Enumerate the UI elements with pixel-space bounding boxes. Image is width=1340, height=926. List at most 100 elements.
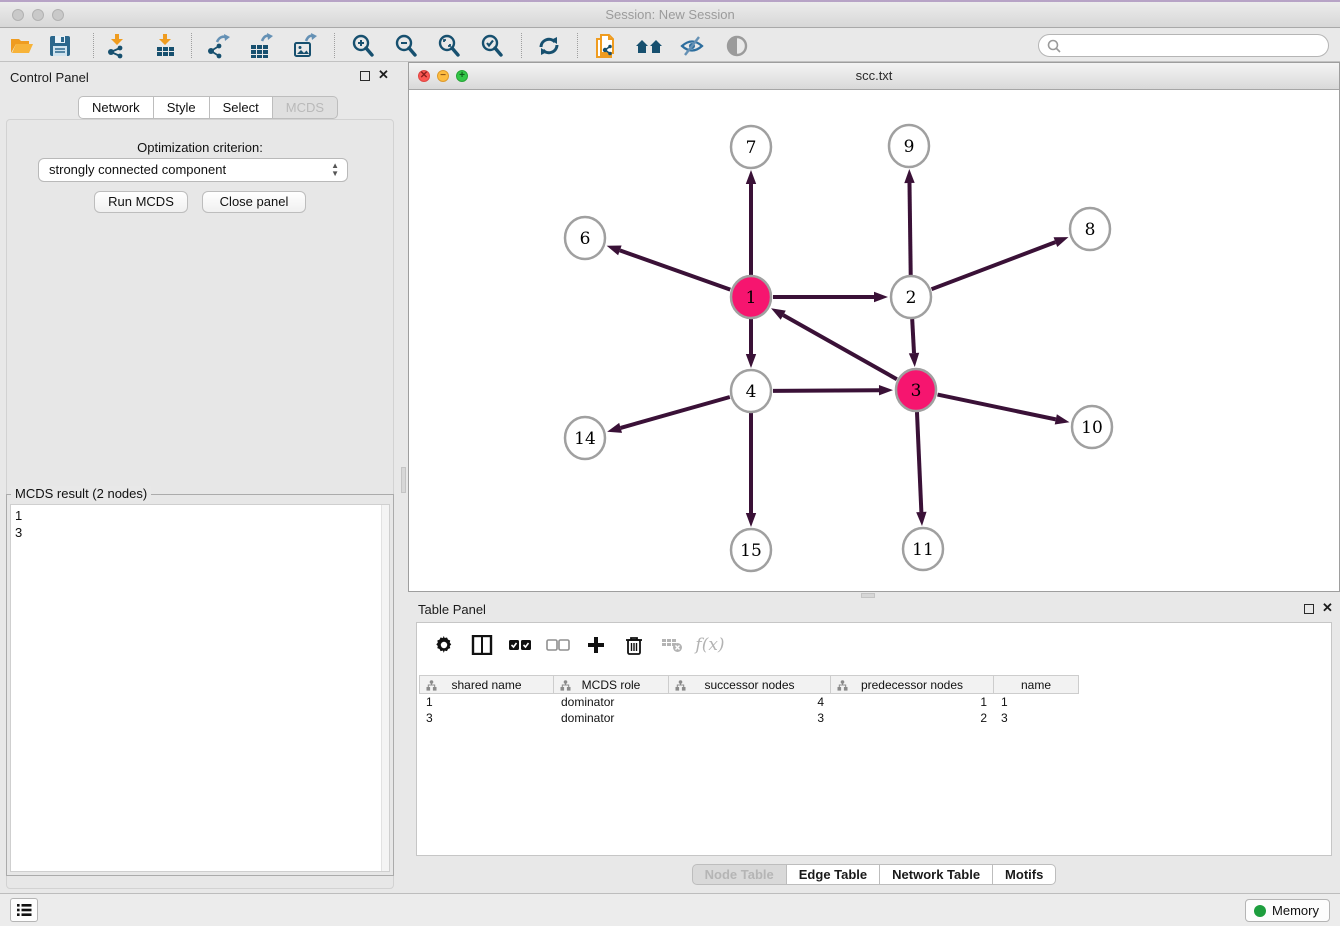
network-window-titlebar[interactable]: ✕ − + scc.txt [409, 63, 1339, 90]
save-session-icon[interactable] [42, 31, 78, 60]
clone-network-icon[interactable] [587, 31, 623, 60]
cell-predecessor-nodes[interactable]: 2 [831, 710, 994, 726]
refresh-network-icon[interactable] [531, 31, 567, 60]
cell-mcds-role[interactable]: dominator [554, 710, 669, 726]
cell-predecessor-nodes[interactable]: 1 [831, 694, 994, 710]
column-header-predecessor-nodes[interactable]: predecessor nodes [831, 675, 994, 694]
result-scrollbar[interactable] [381, 505, 389, 871]
cell-successor-nodes[interactable]: 4 [669, 694, 831, 710]
splitter-grip[interactable] [401, 467, 406, 493]
column-header-name[interactable]: name [994, 675, 1079, 694]
show-columns-icon[interactable] [467, 631, 497, 659]
graph-edge-arrow-1-7[interactable] [746, 170, 756, 184]
column-header-mcds-role[interactable]: MCDS role [554, 675, 669, 694]
tab-motifs[interactable]: Motifs [993, 864, 1056, 885]
vertical-splitter[interactable] [400, 62, 408, 893]
open-session-icon[interactable] [4, 31, 40, 60]
hide-selected-icon[interactable] [674, 31, 710, 60]
graph-node-3[interactable]: 3 [896, 369, 936, 411]
graph-edge-arrow-2-9[interactable] [904, 169, 914, 183]
zoom-fit-icon[interactable] [431, 31, 467, 60]
graph-edge-arrow-1-4[interactable] [746, 354, 756, 368]
graph-edge-2-3[interactable] [912, 319, 914, 353]
export-network-icon[interactable] [200, 31, 236, 60]
graph-edge-4-3[interactable] [773, 390, 879, 391]
column-header-shared-name[interactable]: shared name [419, 675, 554, 694]
splitter-grip[interactable] [861, 593, 875, 598]
export-image-icon[interactable] [287, 31, 323, 60]
tab-style[interactable]: Style [154, 96, 210, 119]
tab-edge-table[interactable]: Edge Table [787, 864, 880, 885]
tab-select[interactable]: Select [210, 96, 273, 119]
mcds-result-text[interactable]: 1 3 [10, 504, 390, 872]
zoom-selected-icon[interactable] [474, 31, 510, 60]
table-row[interactable]: 3 dominator 3 2 3 [419, 710, 1079, 726]
graph-edge-arrow-2-8[interactable] [1054, 237, 1069, 247]
search-input[interactable] [1062, 39, 1312, 53]
cell-shared-name[interactable]: 1 [419, 694, 554, 710]
maximize-network-button[interactable]: + [456, 70, 468, 82]
graph-edge-4-14[interactable] [621, 397, 730, 428]
close-window-button[interactable] [12, 9, 24, 21]
graph-edge-arrow-4-14[interactable] [607, 423, 622, 433]
graph-edge-arrow-1-6[interactable] [607, 245, 622, 255]
delete-column-trash-icon[interactable] [619, 631, 649, 659]
import-table-icon[interactable] [147, 31, 183, 60]
run-mcds-button[interactable]: Run MCDS [94, 191, 188, 213]
graph-node-7[interactable]: 7 [731, 126, 771, 168]
graph-node-9[interactable]: 9 [889, 125, 929, 167]
zoom-in-icon[interactable] [345, 31, 381, 60]
tab-network[interactable]: Network [78, 96, 154, 119]
graph-edge-arrow-4-15[interactable] [746, 513, 756, 527]
graph-node-14[interactable]: 14 [565, 417, 605, 459]
network-graph[interactable]: 1234678910111415 [409, 90, 1339, 591]
export-table-icon[interactable] [243, 31, 279, 60]
cell-mcds-role[interactable]: dominator [554, 694, 669, 710]
zoom-out-icon[interactable] [388, 31, 424, 60]
function-builder-icon[interactable]: f(x) [695, 631, 725, 659]
graph-edge-arrow-3-10[interactable] [1055, 414, 1070, 424]
graph-node-10[interactable]: 10 [1072, 406, 1112, 448]
graph-node-2[interactable]: 2 [891, 276, 931, 318]
select-all-columns-icon[interactable] [505, 631, 535, 659]
create-column-plus-icon[interactable] [581, 631, 611, 659]
graph-edge-3-1[interactable] [783, 315, 897, 379]
close-network-button[interactable]: ✕ [418, 70, 430, 82]
tab-mcds[interactable]: MCDS [273, 96, 338, 119]
graph-edge-arrow-3-11[interactable] [916, 512, 926, 526]
minimize-network-button[interactable]: − [437, 70, 449, 82]
cell-shared-name[interactable]: 3 [419, 710, 554, 726]
close-table-panel-icon[interactable]: ✕ [1322, 600, 1333, 616]
memory-button[interactable]: Memory [1245, 899, 1330, 922]
task-history-list-icon[interactable] [10, 898, 38, 922]
delete-table-icon[interactable] [657, 631, 687, 659]
table-settings-gear-icon[interactable] [429, 631, 459, 659]
graph-edge-arrow-2-3[interactable] [909, 353, 919, 367]
network-canvas[interactable]: 1234678910111415 [409, 90, 1339, 591]
unselect-all-columns-icon[interactable] [543, 631, 573, 659]
show-all-icon[interactable] [719, 31, 755, 60]
graph-node-6[interactable]: 6 [565, 217, 605, 259]
first-neighbors-icon[interactable] [631, 31, 667, 60]
horizontal-splitter[interactable] [408, 592, 1340, 600]
cell-successor-nodes[interactable]: 3 [669, 710, 831, 726]
graph-edge-3-10[interactable] [938, 395, 1056, 420]
tab-network-table[interactable]: Network Table [880, 864, 993, 885]
graph-node-15[interactable]: 15 [731, 529, 771, 571]
graph-edge-2-8[interactable] [932, 242, 1056, 289]
graph-edge-3-11[interactable] [917, 412, 921, 512]
graph-node-4[interactable]: 4 [731, 370, 771, 412]
graph-edge-arrow-1-2[interactable] [874, 292, 888, 302]
close-panel-button[interactable]: Close panel [202, 191, 306, 213]
tab-node-table[interactable]: Node Table [692, 864, 787, 885]
zoom-window-button[interactable] [52, 9, 64, 21]
graph-edge-2-9[interactable] [909, 183, 910, 275]
import-network-icon[interactable] [99, 31, 135, 60]
graph-edge-arrow-3-1[interactable] [771, 308, 786, 319]
cell-name[interactable]: 1 [994, 694, 1079, 710]
minimize-window-button[interactable] [32, 9, 44, 21]
graph-node-11[interactable]: 11 [903, 528, 943, 570]
column-header-successor-nodes[interactable]: successor nodes [669, 675, 831, 694]
table-row[interactable]: 1 dominator 4 1 1 [419, 694, 1079, 710]
float-panel-icon[interactable] [360, 71, 370, 81]
